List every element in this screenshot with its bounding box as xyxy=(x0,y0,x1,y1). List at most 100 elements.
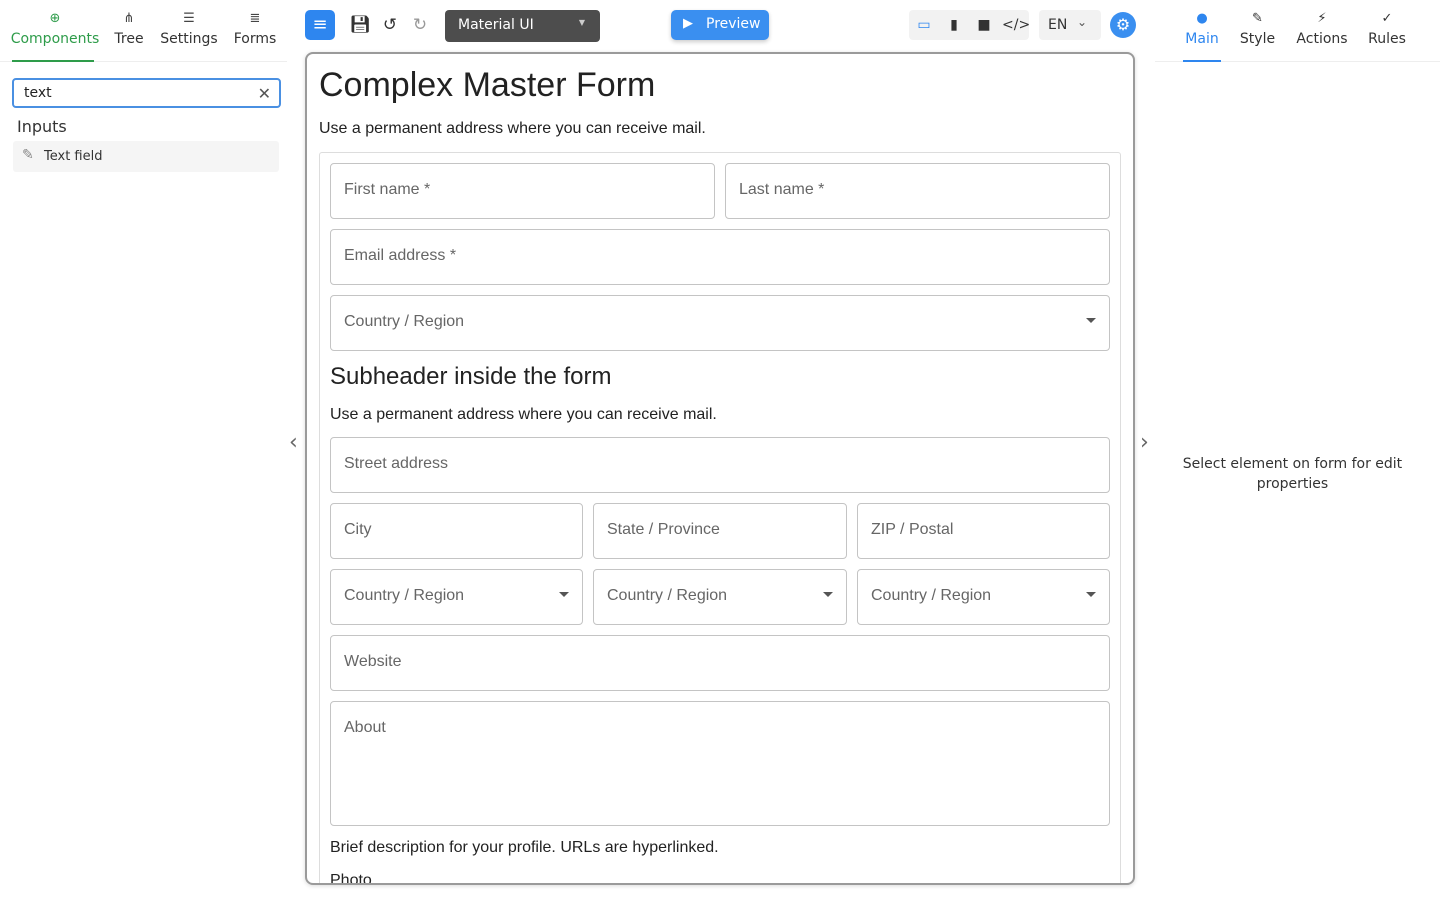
street-label: Street address xyxy=(344,455,449,472)
about-textarea[interactable]: About xyxy=(330,701,1110,826)
about-label: About xyxy=(344,719,386,736)
chevron-down-icon: ▼ xyxy=(578,18,585,27)
desktop-view-button[interactable]: ▭ xyxy=(912,14,936,36)
component-item-label: Text field xyxy=(44,149,103,164)
left-tab-bar: ⊕ Components ⋔ Tree ☰ Settings ≣ Forms xyxy=(0,0,287,62)
tab-tree[interactable]: ⋔ Tree xyxy=(110,10,148,62)
tab-main-label: Main xyxy=(1185,31,1219,47)
list-icon: ≣ xyxy=(249,11,261,26)
redo-icon: ↻ xyxy=(412,15,428,35)
country-select-b[interactable]: Country / Region xyxy=(593,569,847,625)
email-label: Email address * xyxy=(344,247,457,264)
city-label: City xyxy=(344,521,372,538)
undo-button[interactable]: ↺ xyxy=(376,10,404,40)
country-c-label: Country / Region xyxy=(871,587,992,604)
collapse-left-arrow-icon[interactable]: ‹ xyxy=(289,430,298,455)
code-icon: </> xyxy=(1002,17,1031,33)
collapse-right-arrow-icon[interactable]: › xyxy=(1140,430,1149,455)
tab-actions[interactable]: ⚡︎ Actions xyxy=(1295,10,1349,62)
country-select-a[interactable]: Country / Region xyxy=(330,569,583,625)
redo-button[interactable]: ↻ xyxy=(406,10,434,40)
last-name-label: Last name * xyxy=(739,181,825,198)
website-field[interactable]: Website xyxy=(330,635,1110,691)
country-select-c[interactable]: Country / Region xyxy=(857,569,1110,625)
sliders-icon: ☰ xyxy=(183,11,195,26)
dropdown-arrow-icon xyxy=(1086,318,1096,323)
form-title: Complex Master Form xyxy=(319,66,656,104)
state-label: State / Province xyxy=(607,521,720,538)
form-container: First name * Last name * Email address *… xyxy=(319,152,1121,885)
clear-icon[interactable]: ✕ xyxy=(258,84,271,103)
dropdown-arrow-icon xyxy=(559,592,569,597)
tab-style[interactable]: ✎ Style xyxy=(1239,10,1276,62)
tab-components-label: Components xyxy=(10,31,100,47)
language-value: EN xyxy=(1048,17,1068,33)
preview-label: Preview xyxy=(706,16,761,32)
tab-style-label: Style xyxy=(1239,31,1276,47)
email-field[interactable]: Email address * xyxy=(330,229,1110,285)
chevron-down-icon: ⌄ xyxy=(1077,15,1088,29)
component-item-text-field[interactable]: ✎ Text field xyxy=(13,141,279,172)
tree-icon: ⋔ xyxy=(123,11,135,26)
language-select[interactable]: EN ⌄ xyxy=(1039,10,1101,40)
state-field[interactable]: State / Province xyxy=(593,503,847,559)
tab-components[interactable]: ⊕ Components xyxy=(10,10,100,62)
search-input[interactable] xyxy=(24,85,244,101)
country-a-label: Country / Region xyxy=(344,587,465,604)
form-subheader-text: Use a permanent address where you can re… xyxy=(330,406,717,423)
gear-icon: ⚙ xyxy=(1115,15,1131,34)
code-view-button[interactable]: </> xyxy=(1002,14,1030,36)
country-b-label: Country / Region xyxy=(607,587,728,604)
right-tab-bar: ● Main ✎ Style ⚡︎ Actions ✓ Rules xyxy=(1155,0,1440,62)
tab-settings[interactable]: ☰ Settings xyxy=(160,10,218,62)
left-sidebar: ⊕ Components ⋔ Tree ☰ Settings ≣ Forms ✕… xyxy=(0,0,287,900)
device-switcher: ▭ ▮ ■ </> xyxy=(909,10,1030,40)
menu-button[interactable]: ≡ xyxy=(305,10,335,40)
form-subheader: Subheader inside the form xyxy=(330,363,612,390)
tablet-view-button[interactable]: ■ xyxy=(972,14,996,36)
circle-icon: ● xyxy=(1196,11,1208,26)
first-name-label: First name * xyxy=(344,181,431,198)
tab-settings-label: Settings xyxy=(160,31,218,47)
dropdown-arrow-icon xyxy=(1086,592,1096,597)
phone-icon: ▮ xyxy=(950,17,958,33)
play-icon: ▶ xyxy=(683,16,693,31)
active-tab-indicator xyxy=(12,60,94,62)
tab-rules[interactable]: ✓ Rules xyxy=(1367,10,1407,62)
undo-icon: ↺ xyxy=(382,15,398,35)
save-button[interactable]: 💾︎ xyxy=(346,10,374,40)
hamburger-icon: ≡ xyxy=(312,14,328,35)
component-search: ✕ xyxy=(12,78,281,108)
properties-hint: Select element on form for edit properti… xyxy=(1182,456,1403,492)
settings-gear-button[interactable]: ⚙ xyxy=(1110,12,1136,38)
first-name-field[interactable]: First name * xyxy=(330,163,715,219)
active-tab-indicator xyxy=(1183,60,1221,62)
tablet-icon: ■ xyxy=(977,17,991,33)
tab-forms[interactable]: ≣ Forms xyxy=(231,10,279,62)
tab-tree-label: Tree xyxy=(114,31,144,47)
bolt-icon: ⚡︎ xyxy=(1317,11,1327,26)
desktop-icon: ▭ xyxy=(917,17,931,33)
mobile-view-button[interactable]: ▮ xyxy=(942,14,966,36)
dropdown-arrow-icon xyxy=(823,592,833,597)
zip-field[interactable]: ZIP / Postal xyxy=(857,503,1110,559)
edit-icon: ✎ xyxy=(22,147,34,163)
photo-label: Photo xyxy=(330,872,372,885)
zip-label: ZIP / Postal xyxy=(871,521,954,538)
theme-select[interactable]: Material UI ▼ xyxy=(445,10,600,42)
country-label: Country / Region xyxy=(344,313,465,330)
preview-button[interactable]: ▶ Preview xyxy=(671,10,769,40)
group-heading-inputs: Inputs xyxy=(17,117,67,136)
tab-rules-label: Rules xyxy=(1368,31,1406,47)
rules-icon: ✓ xyxy=(1381,11,1393,26)
tab-forms-label: Forms xyxy=(233,31,277,47)
city-field[interactable]: City xyxy=(330,503,583,559)
plus-circle-icon: ⊕ xyxy=(49,11,61,26)
website-label: Website xyxy=(344,653,402,670)
tab-actions-label: Actions xyxy=(1296,31,1348,47)
brush-icon: ✎ xyxy=(1252,11,1263,26)
street-address-field[interactable]: Street address xyxy=(330,437,1110,493)
last-name-field[interactable]: Last name * xyxy=(725,163,1110,219)
tab-main[interactable]: ● Main xyxy=(1183,10,1221,62)
country-select[interactable]: Country / Region xyxy=(330,295,1110,351)
